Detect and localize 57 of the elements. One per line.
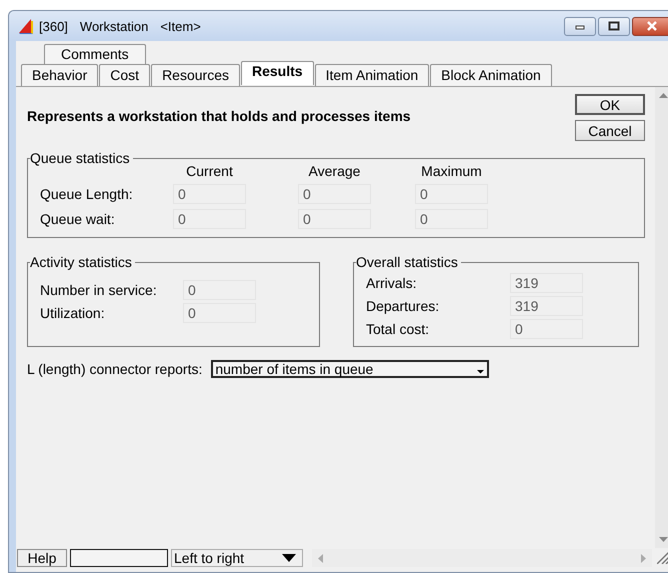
scrollbar[interactable] xyxy=(655,87,668,548)
readonly-field[interactable]: 0 xyxy=(183,303,256,323)
column-header: Current xyxy=(185,163,234,179)
field-label: Number in service: xyxy=(40,281,158,300)
readonly-field[interactable]: 0 xyxy=(173,184,246,204)
readonly-field[interactable]: 0 xyxy=(415,184,488,204)
readonly-field[interactable]: 319 xyxy=(510,296,583,316)
app-logo-icon xyxy=(17,17,35,35)
up-arrow-icon xyxy=(659,93,668,99)
field-label: Arrivals: xyxy=(366,274,418,293)
readonly-field[interactable]: 0 xyxy=(173,209,246,229)
field-label: Queue wait: xyxy=(40,210,116,229)
close-icon xyxy=(646,21,658,31)
caret-icon xyxy=(282,554,296,562)
minimize-button[interactable] xyxy=(564,16,596,36)
ok-button[interactable]: OK xyxy=(575,94,645,115)
readonly-field[interactable]: 0 xyxy=(298,184,371,204)
group-title: Activity statistics xyxy=(30,254,133,270)
connector-label: L (length) connector reports: xyxy=(27,360,202,379)
window-title: Workstation xyxy=(80,18,148,34)
maximize-button[interactable] xyxy=(598,16,630,36)
close-button[interactable] xyxy=(632,16,668,36)
field-label: Queue Length: xyxy=(40,185,134,204)
caret-icon xyxy=(477,369,484,374)
readonly-field[interactable]: 0 xyxy=(415,209,488,229)
tab[interactable]: Block Animation xyxy=(430,64,552,86)
column-header: Average xyxy=(308,163,362,179)
tab[interactable]: Cost xyxy=(99,64,150,86)
description-text: Represents a workstation that holds and processes items xyxy=(27,108,412,124)
group-title: Queue statistics xyxy=(30,150,131,166)
window-title: [360] xyxy=(39,18,68,34)
tab[interactable]: Item Animation xyxy=(314,64,430,86)
field-label: Total cost: xyxy=(366,320,430,339)
help-button[interactable]: Help xyxy=(17,549,67,567)
scrollbar[interactable] xyxy=(312,549,652,567)
column-header: Maximum xyxy=(420,163,483,179)
cancel-button[interactable]: Cancel xyxy=(575,120,645,141)
readonly-field[interactable]: 319 xyxy=(510,273,583,293)
window-title: <Item> xyxy=(160,18,201,34)
dropdown[interactable]: number of items in queue xyxy=(211,360,490,378)
field-label: Utilization: xyxy=(40,304,106,323)
down-arrow-icon xyxy=(659,536,668,542)
field-label: Departures: xyxy=(366,297,440,316)
maximize-icon xyxy=(608,21,620,31)
readonly-field[interactable]: 0 xyxy=(298,209,371,229)
readonly-field[interactable]: 0 xyxy=(183,280,256,300)
right-arrow-icon xyxy=(640,554,646,562)
tab[interactable]: Behavior xyxy=(21,64,98,86)
left-arrow-icon xyxy=(318,554,324,562)
readonly-field[interactable]: 0 xyxy=(510,319,583,339)
tab[interactable]: Comments xyxy=(44,44,146,64)
tab[interactable]: Resources xyxy=(151,64,240,86)
tab[interactable]: Results xyxy=(240,61,314,85)
direction-dropdown[interactable]: Left to right xyxy=(171,549,303,567)
resize-grip-icon xyxy=(657,552,668,564)
input-field[interactable] xyxy=(70,549,168,567)
group-title: Overall statistics xyxy=(356,254,459,270)
